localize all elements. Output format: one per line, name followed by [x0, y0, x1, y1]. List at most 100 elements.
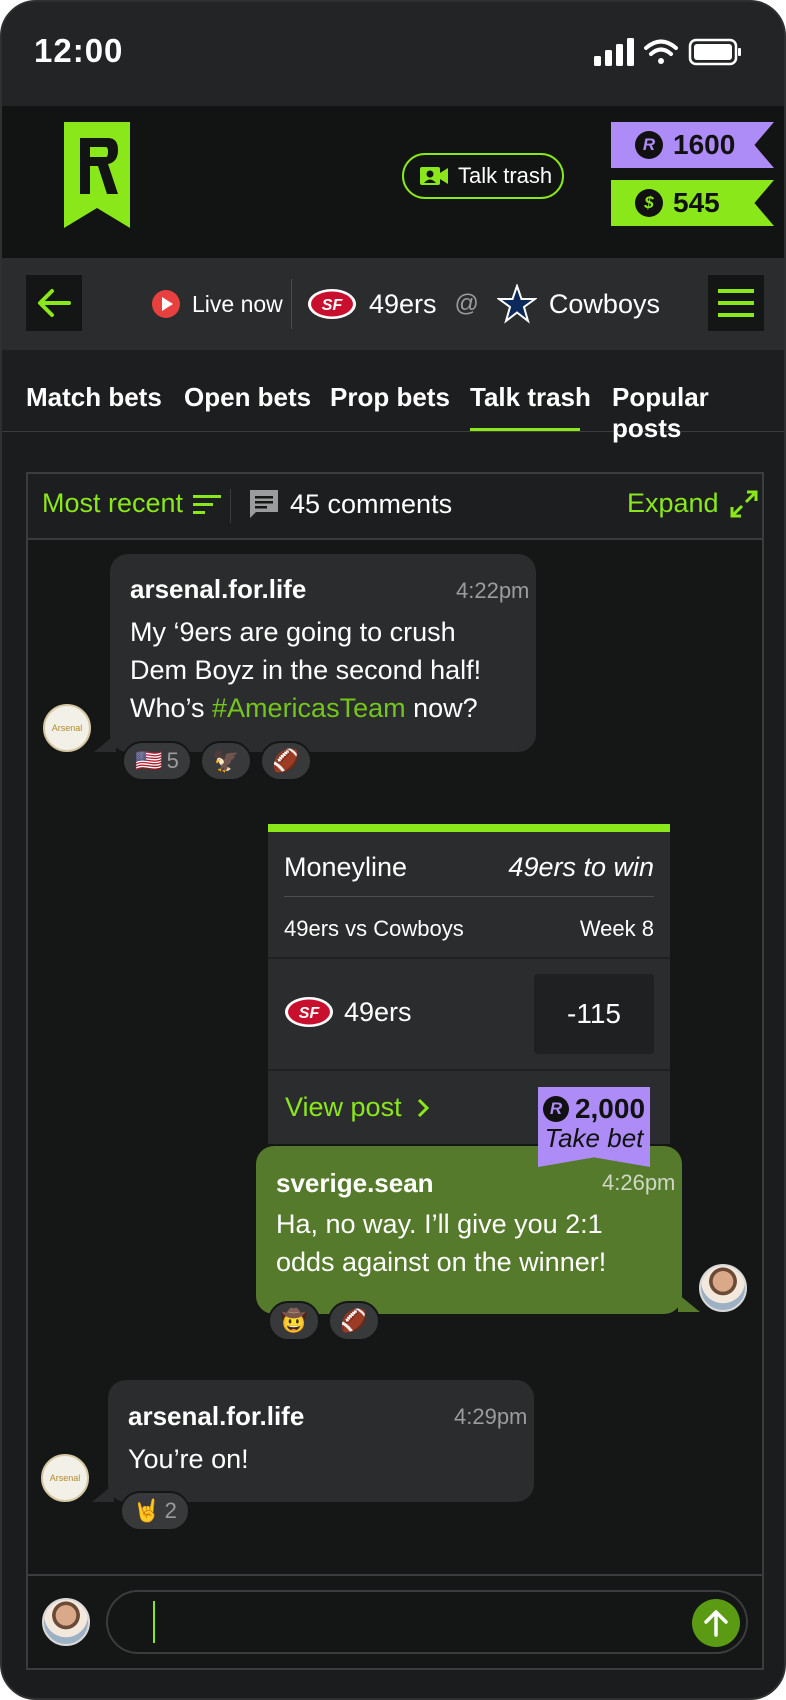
comment-count: 45 comments	[248, 488, 452, 520]
cowboys-star-icon	[496, 284, 537, 324]
hashtag-link[interactable]: #AmericasTeam	[212, 693, 406, 723]
live-label: Live now	[192, 290, 283, 317]
coins-value: 1600	[673, 129, 736, 160]
49ers-logo-icon: SF	[285, 997, 333, 1027]
eagle-emoji-icon: 🦅	[212, 748, 240, 773]
message-username[interactable]: arsenal.for.life	[128, 1401, 304, 1432]
reaction-rock-on[interactable]: 🤘 2	[120, 1491, 190, 1531]
my-avatar[interactable]	[42, 1598, 90, 1646]
message-text: You’re on!	[128, 1444, 249, 1474]
menu-button[interactable]	[708, 275, 764, 331]
view-post-label: View post	[285, 1092, 402, 1122]
tab-talk-trash[interactable]: Talk trash	[470, 382, 591, 413]
sort-label: Most recent	[42, 488, 184, 518]
message-line: odds against on the winner!	[276, 1247, 607, 1277]
bet-team-name: 49ers	[344, 996, 412, 1027]
at-symbol: @	[454, 290, 479, 317]
talk-trash-button[interactable]: Talk trash	[402, 153, 564, 199]
reaction-cowboy[interactable]: 🤠	[268, 1301, 320, 1341]
bubble-tail	[94, 734, 116, 752]
message-time: 4:22pm	[456, 578, 530, 603]
flag-emoji-icon: 🇺🇸	[135, 748, 163, 773]
take-bet-button[interactable]: R 2,000 Take bet	[538, 1087, 650, 1167]
reaction-football[interactable]: 🏈	[260, 741, 312, 781]
expand-icon	[730, 490, 758, 517]
arrow-up-icon	[704, 1610, 728, 1637]
signal-icon	[594, 38, 634, 66]
hamburger-icon	[718, 289, 754, 317]
reaction-count: 5	[166, 748, 179, 773]
message-line: Dem Boyz in the second half!	[130, 655, 482, 685]
football-emoji-icon: 🏈	[340, 1308, 368, 1333]
take-bet-label: Take bet	[544, 1123, 644, 1153]
avatar-crest-text: Arsenal	[51, 723, 83, 733]
dollar-icon: $	[635, 189, 663, 217]
expand-button[interactable]: Expand	[627, 488, 759, 519]
bet-team: SF 49ers	[284, 996, 412, 1028]
text-caret	[153, 1601, 155, 1643]
bet-selection: 49ers to win	[508, 852, 654, 882]
comment-count-label: 45 comments	[290, 488, 453, 519]
away-team-name: Cowboys	[548, 288, 660, 319]
bubble-tail	[92, 1484, 114, 1502]
message-input[interactable]	[106, 1590, 748, 1654]
send-button[interactable]	[692, 1599, 740, 1647]
divider	[268, 1069, 670, 1071]
cash-balance[interactable]: $ 545	[611, 180, 774, 226]
status-icons	[594, 38, 741, 66]
divider	[284, 896, 654, 897]
live-indicator: Live now	[152, 286, 283, 322]
home-team-name: 49ers	[369, 288, 437, 319]
back-button[interactable]	[26, 275, 82, 331]
cash-value: 545	[673, 187, 720, 218]
tab-open-bets[interactable]: Open bets	[184, 382, 311, 413]
message-line: My ‘9ers are going to crush	[130, 617, 456, 647]
coins-balance[interactable]: R 1600	[611, 122, 774, 168]
divider	[268, 957, 670, 959]
tab-popular-posts[interactable]: Popular posts	[612, 382, 784, 444]
phone-frame: 12:00 Talk trash R 1600 $ 545 Live now S…	[0, 0, 786, 1700]
tab-match-bets[interactable]: Match bets	[26, 382, 162, 413]
avatar-crest-text: Arsenal	[49, 1473, 81, 1483]
bubble-tail	[678, 1294, 700, 1312]
rock-on-emoji-icon: 🤘	[133, 1498, 161, 1523]
message-time: 4:26pm	[602, 1170, 676, 1195]
active-tab-indicator	[470, 428, 580, 431]
message-text: Ha, no way. I’ll give you 2:1 odds again…	[276, 1205, 666, 1281]
reaction-flag[interactable]: 🇺🇸 5	[122, 741, 192, 781]
chevron-right-icon	[417, 1098, 429, 1117]
49ers-logo-icon: SF	[308, 289, 356, 319]
reaction-eagle[interactable]: 🦅	[200, 741, 252, 781]
bet-week: Week 8	[579, 916, 654, 941]
sort-button[interactable]: Most recent	[42, 488, 222, 519]
arrow-left-icon	[38, 289, 71, 317]
stake-amount: 2,000	[574, 1093, 646, 1124]
play-icon	[152, 290, 180, 318]
message-text: My ‘9ers are going to crush Dem Boyz in …	[130, 613, 530, 727]
arsenal-avatar[interactable]: Arsenal	[43, 704, 91, 752]
divider	[230, 489, 231, 523]
odds-button[interactable]: -115	[534, 974, 654, 1054]
reaction-count: 2	[164, 1498, 177, 1523]
video-chat-icon	[420, 167, 448, 185]
coin-icon: R	[635, 131, 663, 159]
wifi-icon	[644, 39, 678, 64]
bet-market: Moneyline	[284, 852, 408, 882]
message-username[interactable]: sverige.sean	[276, 1168, 434, 1199]
message-username[interactable]: arsenal.for.life	[130, 574, 306, 605]
battery-icon	[688, 38, 741, 66]
status-time: 12:00	[34, 32, 124, 69]
matchup: SF 49ers @ Cowboys	[307, 284, 660, 324]
sort-icon	[193, 494, 222, 514]
expand-label: Expand	[627, 488, 719, 518]
svg-text:SF: SF	[322, 297, 344, 314]
divider	[291, 279, 292, 329]
tab-prop-bets[interactable]: Prop bets	[330, 382, 450, 413]
bet-matchup: 49ers vs Cowboys	[284, 916, 464, 941]
cowboy-emoji-icon: 🤠	[280, 1308, 308, 1333]
reaction-football[interactable]: 🏈	[328, 1301, 380, 1341]
user-avatar[interactable]	[699, 1264, 747, 1312]
arsenal-avatar[interactable]: Arsenal	[41, 1454, 89, 1502]
message-time: 4:29pm	[454, 1404, 528, 1429]
view-post-link[interactable]: View post	[285, 1092, 430, 1123]
